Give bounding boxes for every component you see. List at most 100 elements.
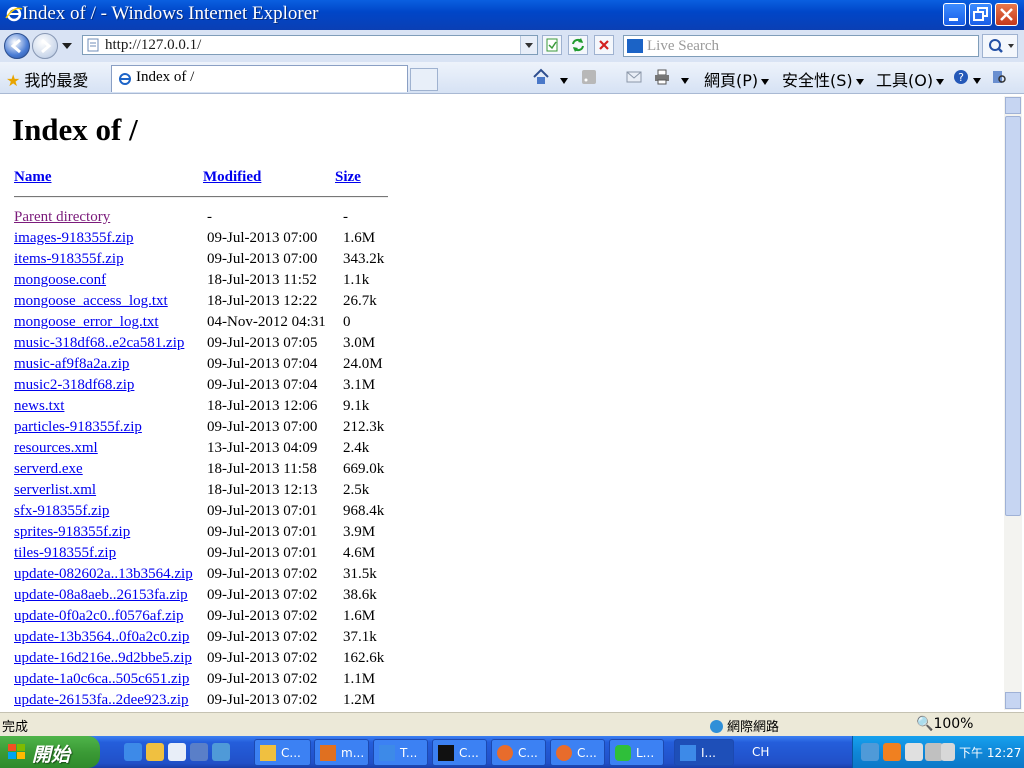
size-cell: 3.0M [343, 335, 376, 351]
stop-button[interactable] [594, 35, 614, 55]
favorites-button[interactable]: ★ 我的最愛 [6, 67, 88, 91]
file-link[interactable]: update-13b3564..0f0a2c0.zip [14, 629, 189, 646]
svg-text:?: ? [958, 71, 964, 84]
modified-cell: 09-Jul-2013 07:00 [207, 251, 318, 267]
scroll-down-button[interactable] [1005, 692, 1021, 709]
modified-cell: 18-Jul-2013 12:06 [207, 398, 318, 414]
file-link[interactable]: serverd.exe [14, 461, 83, 478]
task-app-1[interactable]: C... [491, 739, 546, 766]
print-dropdown[interactable] [678, 70, 689, 89]
file-link[interactable]: update-08a8aeb..26153fa.zip [14, 587, 188, 604]
start-button[interactable]: 開始 [0, 736, 100, 768]
file-link[interactable]: music-318df68..e2ca581.zip [14, 335, 184, 352]
size-cell: 968.4k [343, 503, 385, 519]
print-icon[interactable] [653, 68, 671, 86]
modified-cell: 18-Jul-2013 12:22 [207, 293, 318, 309]
file-link[interactable]: news.txt [14, 398, 64, 415]
app-icon [497, 745, 513, 761]
new-tab-button[interactable] [410, 68, 438, 91]
file-link[interactable]: update-16d216e..9d2bbe5.zip [14, 650, 192, 667]
task-m[interactable]: m... [314, 739, 369, 766]
zoom-control[interactable]: 🔍100% [916, 716, 973, 732]
volume-icon[interactable] [941, 743, 955, 761]
compatibility-icon [546, 38, 558, 52]
search-button[interactable] [982, 34, 1018, 58]
file-link[interactable]: items-918355f.zip [14, 251, 124, 268]
size-cell: 31.5k [343, 566, 377, 582]
file-link[interactable]: sprites-918355f.zip [14, 524, 130, 541]
search-field[interactable]: Live Search [623, 35, 979, 57]
size-cell: 343.2k [343, 251, 385, 267]
research-icon[interactable] [990, 68, 1008, 86]
task-ie[interactable]: T... [373, 739, 428, 766]
mail-icon[interactable] [625, 68, 643, 86]
file-link[interactable]: update-26153fa..2dee923.zip [14, 692, 189, 709]
file-link[interactable]: update-1a0c6ca..505c651.zip [14, 671, 189, 688]
size-column-header[interactable]: Size [335, 169, 361, 186]
network-tray-icon[interactable] [861, 743, 879, 761]
file-link[interactable]: mongoose_error_log.txt [14, 314, 159, 331]
home-dropdown[interactable] [557, 70, 568, 89]
task-folder[interactable]: C... [254, 739, 311, 766]
file-link[interactable]: music2-318df68.zip [14, 377, 134, 394]
page-menu[interactable]: 網頁(P) [704, 67, 770, 91]
tab-index[interactable]: Index of / [111, 65, 408, 92]
language-indicator[interactable]: CH [752, 745, 769, 759]
minimize-button[interactable] [943, 3, 966, 26]
compatibility-button[interactable] [542, 35, 562, 55]
quicklaunch-document-icon[interactable] [168, 743, 186, 761]
file-link[interactable]: music-af9f8a2a.zip [14, 356, 129, 373]
safety-menu-label: 安全性(S) [782, 71, 853, 90]
file-link[interactable]: images-918355f.zip [14, 230, 134, 247]
tray-tool-icon[interactable] [905, 743, 923, 761]
app-icon [320, 745, 336, 761]
magnifier-icon [989, 39, 1014, 53]
file-link[interactable]: resources.xml [14, 440, 98, 457]
file-link[interactable]: update-0f0a2c0..f0576af.zip [14, 608, 184, 625]
size-cell: 212.3k [343, 419, 385, 435]
file-link[interactable]: sfx-918355f.zip [14, 503, 109, 520]
security-zone: 網際網路 [710, 716, 779, 735]
task-line[interactable]: L... [609, 739, 664, 766]
quicklaunch-ie-icon[interactable] [124, 743, 142, 761]
file-link[interactable]: serverlist.xml [14, 482, 96, 499]
forward-button[interactable] [32, 33, 58, 59]
tools-menu[interactable]: 工具(O) [876, 67, 945, 91]
vertical-scrollbar[interactable] [1004, 96, 1022, 710]
recent-pages-dropdown[interactable] [62, 43, 72, 49]
task-label: L... [636, 746, 655, 760]
quicklaunch-media-icon[interactable] [190, 743, 208, 761]
close-icon [1000, 8, 1013, 21]
restore-button[interactable] [969, 3, 992, 26]
size-cell: 1.2M [343, 692, 376, 708]
name-column-header[interactable]: Name [14, 169, 52, 186]
back-button[interactable] [4, 33, 30, 59]
modified-cell: 09-Jul-2013 07:02 [207, 671, 318, 687]
size-cell: 3.9M [343, 524, 376, 540]
parent-directory-link[interactable]: Parent directory [14, 209, 110, 226]
quicklaunch-folder-icon[interactable] [146, 743, 164, 761]
file-link[interactable]: particles-918355f.zip [14, 419, 142, 436]
task-console[interactable]: C... [432, 739, 487, 766]
close-button[interactable] [995, 3, 1018, 26]
scroll-thumb[interactable] [1005, 116, 1021, 516]
quicklaunch-desktop-icon[interactable] [212, 743, 230, 761]
file-link[interactable]: mongoose_access_log.txt [14, 293, 168, 310]
modified-cell: 09-Jul-2013 07:05 [207, 335, 318, 351]
file-link[interactable]: mongoose.conf [14, 272, 106, 289]
tray-app-icon[interactable] [883, 743, 901, 761]
help-dropdown[interactable] [970, 70, 981, 89]
scroll-up-button[interactable] [1005, 97, 1021, 114]
feeds-icon[interactable] [580, 68, 598, 86]
task-app-2[interactable]: C... [550, 739, 605, 766]
file-link[interactable]: update-082602a..13b3564.zip [14, 566, 193, 583]
refresh-button[interactable] [568, 35, 588, 55]
help-icon[interactable]: ? [952, 68, 970, 86]
home-icon[interactable] [532, 68, 550, 86]
modified-column-header[interactable]: Modified [203, 169, 261, 186]
task-ie-active[interactable]: I... [674, 739, 734, 766]
address-field[interactable]: http://127.0.0.1/ [82, 35, 538, 55]
safety-menu[interactable]: 安全性(S) [782, 67, 864, 91]
file-link[interactable]: tiles-918355f.zip [14, 545, 116, 562]
address-dropdown-button[interactable] [520, 36, 537, 54]
